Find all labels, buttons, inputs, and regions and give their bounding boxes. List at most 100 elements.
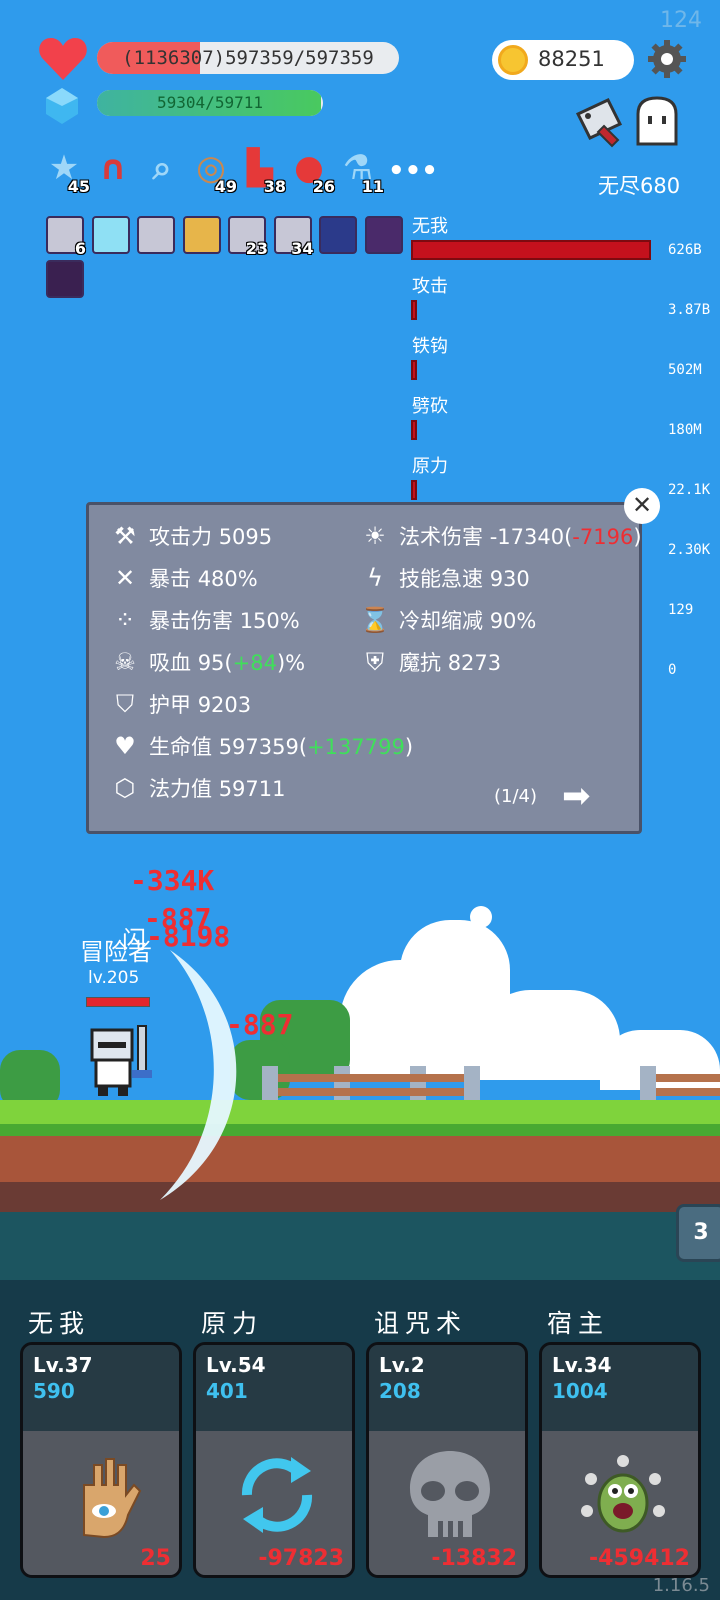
player-name: 冒险者 — [80, 938, 152, 966]
stat-armor: ⛉ 护甲 9203 — [109, 689, 251, 719]
ghost-icon[interactable] — [632, 96, 682, 148]
magnifier-icon: ⌕ — [152, 148, 172, 188]
stat-cooldown: ⌛ 冷却缩减 90% — [360, 606, 537, 634]
fence-rail — [278, 1088, 464, 1096]
damage-stat-value: 626B — [668, 242, 702, 258]
damage-stat-label: 无我 — [412, 216, 448, 237]
wave-counter[interactable]: 3 — [676, 1204, 720, 1262]
sword-skill-icon[interactable]: 6 — [46, 216, 86, 258]
stats-panel: ⚒ 攻击力 5095 ✕ 暴击 480% ⁘ 暴击伤害 150% ☠ 吸血 95(+84… — [86, 502, 642, 834]
cycle-arrows-icon — [227, 1445, 327, 1545]
skill-card-title: 原力 — [201, 1309, 264, 1338]
endless-mode-label: 无尽680 — [598, 174, 681, 198]
skill-card-title: 无我 — [28, 1309, 91, 1338]
close-panel-button[interactable]: ✕ — [624, 488, 660, 524]
item-slot[interactable]: ▙ 38 — [238, 146, 286, 196]
sun-icon: ☀ — [364, 522, 386, 550]
skill-level: Lv.37 — [33, 1353, 93, 1377]
lightning-icon: ϟ — [367, 564, 383, 592]
damage-stat-label: 攻击 — [412, 276, 448, 297]
stat-mana: ⬡ 法力值 59711 — [109, 773, 286, 803]
sword-skill-icon[interactable]: 23 — [228, 216, 268, 258]
skill-cost: -459412 — [589, 1546, 690, 1571]
ground-dirt — [0, 1136, 720, 1182]
stat-haste: ϟ 技能急速 930 — [359, 563, 530, 593]
damage-stat-bar — [411, 420, 417, 440]
damage-stat-bar — [411, 240, 651, 260]
damage-stat-bar — [411, 480, 417, 500]
dark-skill-icon[interactable] — [46, 260, 84, 298]
heart-icon — [39, 38, 87, 80]
fence-post — [262, 1066, 278, 1102]
more-icon[interactable]: ••• — [388, 156, 438, 186]
damage-stat-value: 129 — [668, 602, 694, 618]
fence-post — [464, 1066, 480, 1102]
sword-skill-icon[interactable] — [137, 216, 175, 254]
coin-icon — [498, 45, 528, 75]
damage-number: -8198 — [146, 920, 231, 953]
item-slot[interactable]: ⚗ 11 — [336, 146, 384, 196]
damage-stat-value: 0 — [668, 662, 677, 678]
skill-card[interactable]: Lv.34 1004 -459412 — [539, 1342, 701, 1578]
stat-lifesteal: ☠ 吸血 95(+84)% — [109, 647, 305, 677]
mana-crystal-icon — [46, 88, 78, 124]
skull-icon — [400, 1445, 500, 1545]
damage-stat-value: 502M — [668, 362, 702, 378]
fence-rail — [278, 1074, 464, 1082]
skill-count: 23 — [245, 239, 268, 258]
skill-count: 6 — [74, 239, 86, 258]
item-slot[interactable]: ★ 45 — [42, 146, 90, 196]
skill-cost: -97823 — [258, 1546, 344, 1571]
damage-stat-label: 铁钩 — [412, 336, 448, 357]
skill-card[interactable]: Lv.2 208 -13832 — [366, 1342, 528, 1578]
cleaver-icon[interactable] — [574, 96, 628, 148]
skill-card[interactable]: Lv.54 401 -97823 — [193, 1342, 355, 1578]
damage-stat-label: 劈砍 — [412, 396, 448, 417]
item-slot[interactable]: ⌕ — [140, 146, 184, 190]
item-count: 38 — [263, 177, 286, 196]
mana-gem-icon: ⬡ — [114, 774, 136, 802]
damage-stat-bar — [411, 360, 417, 380]
skill-mana: 401 — [206, 1379, 248, 1403]
cloud — [400, 920, 510, 1010]
item-slot[interactable]: ● 26 — [287, 146, 335, 196]
item-slot[interactable]: ∩ — [91, 146, 135, 190]
skill-level: Lv.54 — [206, 1353, 266, 1377]
magnet-icon: ∩ — [99, 148, 127, 188]
fps-counter: 124 — [660, 8, 702, 33]
item-count: 11 — [361, 177, 384, 196]
skill-cost: 25 — [140, 1546, 171, 1571]
gear-icon[interactable] — [646, 38, 688, 80]
sword-skill-icon[interactable]: 34 — [273, 216, 314, 258]
skill-level: Lv.2 — [379, 1353, 425, 1377]
hp-text: (1136307)597359/597359 — [122, 47, 374, 69]
skill-card[interactable]: Lv.37 590 25 — [20, 1342, 182, 1578]
ground-grass — [0, 1100, 720, 1124]
item-slot[interactable]: ◎ 49 — [189, 146, 237, 196]
cloud — [480, 990, 620, 1080]
skill-level: Lv.34 — [552, 1353, 612, 1377]
next-page-arrow-icon[interactable]: ➡ — [562, 776, 591, 816]
gold-counter: 88251 — [492, 40, 634, 80]
skill-cost: -13832 — [431, 1546, 517, 1571]
damage-stat-value: 180M — [668, 422, 702, 438]
fence-rail — [656, 1088, 720, 1096]
stat-hp: ♥ 生命值 597359(+137799) — [109, 731, 413, 761]
damage-stat-value: 2.30K — [668, 542, 711, 558]
skill-card-title: 宿主 — [547, 1309, 610, 1338]
wing-skill-icon[interactable] — [319, 216, 357, 254]
player-hp-bar — [86, 997, 150, 1007]
shield-skill-icon[interactable] — [182, 216, 221, 254]
fence-post — [640, 1066, 656, 1102]
knight-player-icon — [90, 1025, 152, 1096]
demon-skill-icon[interactable] — [364, 216, 403, 254]
mana-text: 59304/59711 — [157, 93, 263, 112]
light-skill-icon[interactable] — [91, 216, 130, 254]
skill-count: 34 — [291, 239, 314, 258]
player-level: lv.205 — [88, 968, 140, 988]
fence-post — [410, 1066, 426, 1102]
crit-cross-icon: ✕ — [114, 564, 136, 592]
eye-hand-icon — [54, 1445, 154, 1545]
fence-rail — [656, 1074, 720, 1082]
page-indicator: (1/4) — [494, 786, 538, 807]
